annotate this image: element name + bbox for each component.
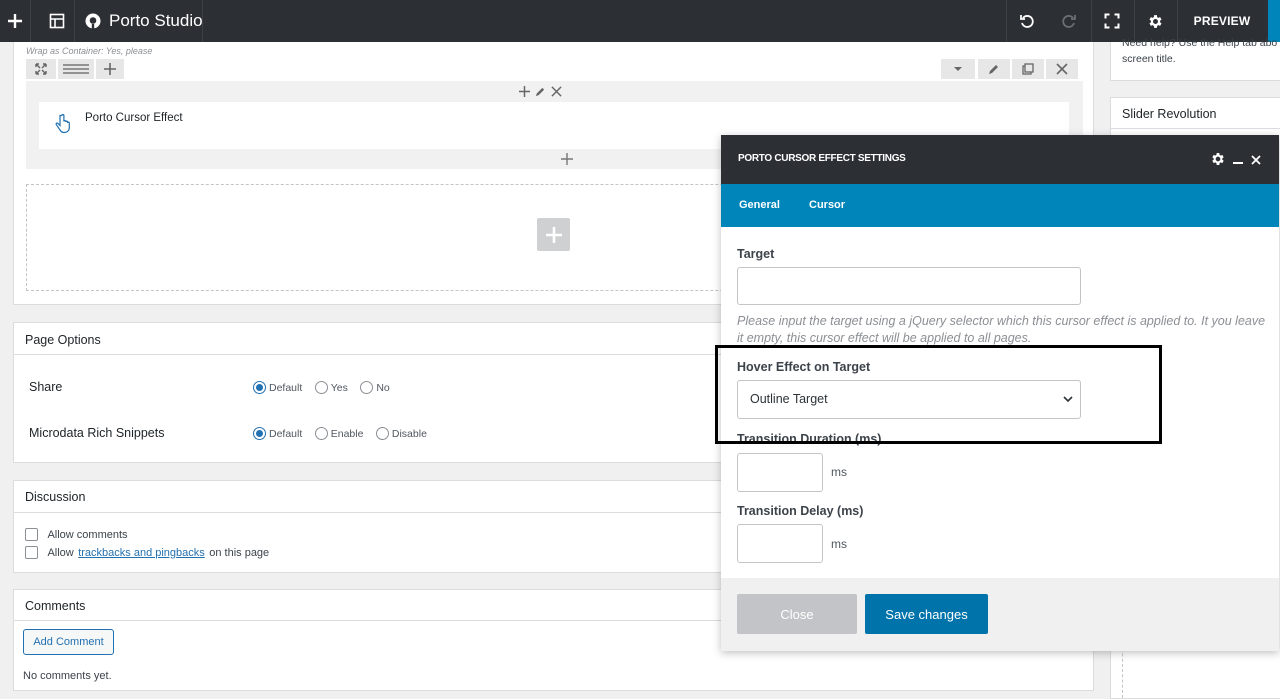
microdata-enable-radio[interactable] — [314, 427, 328, 441]
tab-general[interactable]: General — [739, 199, 780, 211]
add-row-button[interactable] — [537, 218, 570, 251]
undo-icon — [1020, 15, 1034, 28]
expand-icon — [35, 63, 47, 75]
target-help-text: Please input the target using a jQuery s… — [737, 314, 1266, 345]
allow-suffix-label: on this page — [209, 546, 270, 559]
gear-icon — [1148, 14, 1162, 28]
tab-cursor[interactable]: Cursor — [809, 199, 845, 211]
close-button[interactable]: Close — [737, 594, 857, 634]
help-box: Need help? Use the Help tab abo screen t… — [1110, 37, 1280, 81]
modal-tabs: General Cursor — [721, 184, 1279, 227]
plus-icon — [545, 226, 562, 243]
porto-logo-icon — [85, 13, 101, 29]
share-no-radio[interactable] — [360, 381, 374, 395]
discussion-title: Discussion — [25, 490, 86, 504]
hand-pointer-icon — [55, 114, 70, 134]
element-name: Porto Cursor Effect — [85, 112, 183, 124]
row-clone-button[interactable] — [1012, 59, 1044, 79]
share-default-radio[interactable] — [253, 381, 266, 395]
plus-icon[interactable] — [561, 153, 573, 165]
row-delete-button[interactable] — [1046, 59, 1078, 79]
microdata-default-radio[interactable] — [253, 427, 266, 441]
target-input[interactable] — [737, 267, 1081, 305]
modal-title: PORTO CURSOR EFFECT SETTINGS — [738, 153, 906, 164]
row-layout-button[interactable] — [58, 59, 94, 79]
caret-down-icon — [954, 67, 962, 71]
allow-trackbacks-checkbox[interactable] — [25, 546, 38, 560]
close-icon[interactable] — [551, 85, 562, 97]
add-comment-button[interactable]: Add Comment — [23, 629, 114, 655]
porto-studio-button[interactable]: Porto Studio — [84, 0, 204, 42]
modal-footer: Close Save changes — [721, 578, 1279, 651]
delay-unit: ms — [831, 537, 847, 551]
minimize-icon[interactable] — [1233, 162, 1243, 165]
microdata-label: Microdata Rich Snippets — [29, 426, 165, 440]
wrap-note: Wrap as Container: Yes, please — [26, 46, 153, 56]
clone-icon — [1022, 63, 1034, 75]
plus-icon[interactable] — [519, 85, 530, 97]
undo-button[interactable] — [1008, 0, 1046, 42]
close-icon[interactable] — [1251, 155, 1261, 165]
comments-title: Comments — [25, 599, 86, 613]
settings-button[interactable] — [1136, 0, 1174, 42]
allow-comments-checkbox[interactable] — [25, 528, 38, 542]
pencil-icon[interactable] — [535, 86, 546, 97]
share-radio-group: Default Yes No — [253, 379, 398, 397]
duration-unit: ms — [831, 465, 847, 479]
fullscreen-button[interactable] — [1093, 0, 1131, 42]
redo-button[interactable] — [1050, 0, 1088, 42]
brand-label: Porto Studio — [109, 11, 203, 30]
share-label: Share — [29, 380, 63, 394]
plus-icon — [104, 63, 116, 75]
gear-icon[interactable] — [1210, 151, 1226, 167]
transition-duration-input[interactable] — [737, 453, 823, 492]
allow-prefix-label: Allow — [47, 546, 74, 559]
close-icon — [1056, 63, 1068, 75]
allow-comments-label: Allow comments — [47, 528, 128, 541]
transition-delay-input[interactable] — [737, 524, 823, 563]
row-move-handle[interactable] — [26, 59, 56, 79]
top-toolbar: Porto Studio PREVIEW — [0, 0, 1280, 42]
layout-button[interactable] — [41, 0, 73, 42]
row-add-button[interactable] — [96, 59, 124, 79]
row-edit-button[interactable] — [978, 59, 1010, 79]
plus-icon — [8, 14, 22, 28]
slider-revolution-title: Slider Revolution — [1122, 107, 1217, 121]
microdata-radio-group: Default Enable Disable — [253, 425, 435, 443]
columns-icon — [63, 64, 89, 74]
transition-delay-label: Transition Delay (ms) — [737, 504, 864, 518]
pencil-icon — [989, 65, 998, 74]
target-label: Target — [737, 247, 775, 261]
row-toolbar — [26, 59, 1083, 81]
redo-icon — [1062, 15, 1076, 28]
column-controls — [519, 83, 569, 99]
row-dropdown-button[interactable] — [941, 59, 975, 79]
save-changes-button[interactable]: Save changes — [865, 594, 988, 634]
highlight-annotation-box — [715, 345, 1162, 444]
page-options-title: Page Options — [25, 333, 101, 347]
no-comments-text: No comments yet. — [23, 670, 112, 682]
help-text-line1: Need help? Use the Help tab abo — [1122, 37, 1278, 49]
help-text-line2: screen title. — [1122, 53, 1176, 65]
modal-header: PORTO CURSOR EFFECT SETTINGS — [721, 135, 1279, 184]
publish-tab-edge[interactable] — [1268, 0, 1280, 42]
share-yes-radio[interactable] — [314, 381, 328, 395]
trackbacks-link[interactable]: trackbacks and pingbacks — [78, 547, 205, 559]
preview-button[interactable]: PREVIEW — [1178, 0, 1266, 42]
microdata-disable-radio[interactable] — [375, 427, 389, 441]
fullscreen-icon — [1104, 13, 1120, 29]
add-element-button[interactable] — [0, 0, 30, 42]
layout-icon — [49, 13, 65, 29]
